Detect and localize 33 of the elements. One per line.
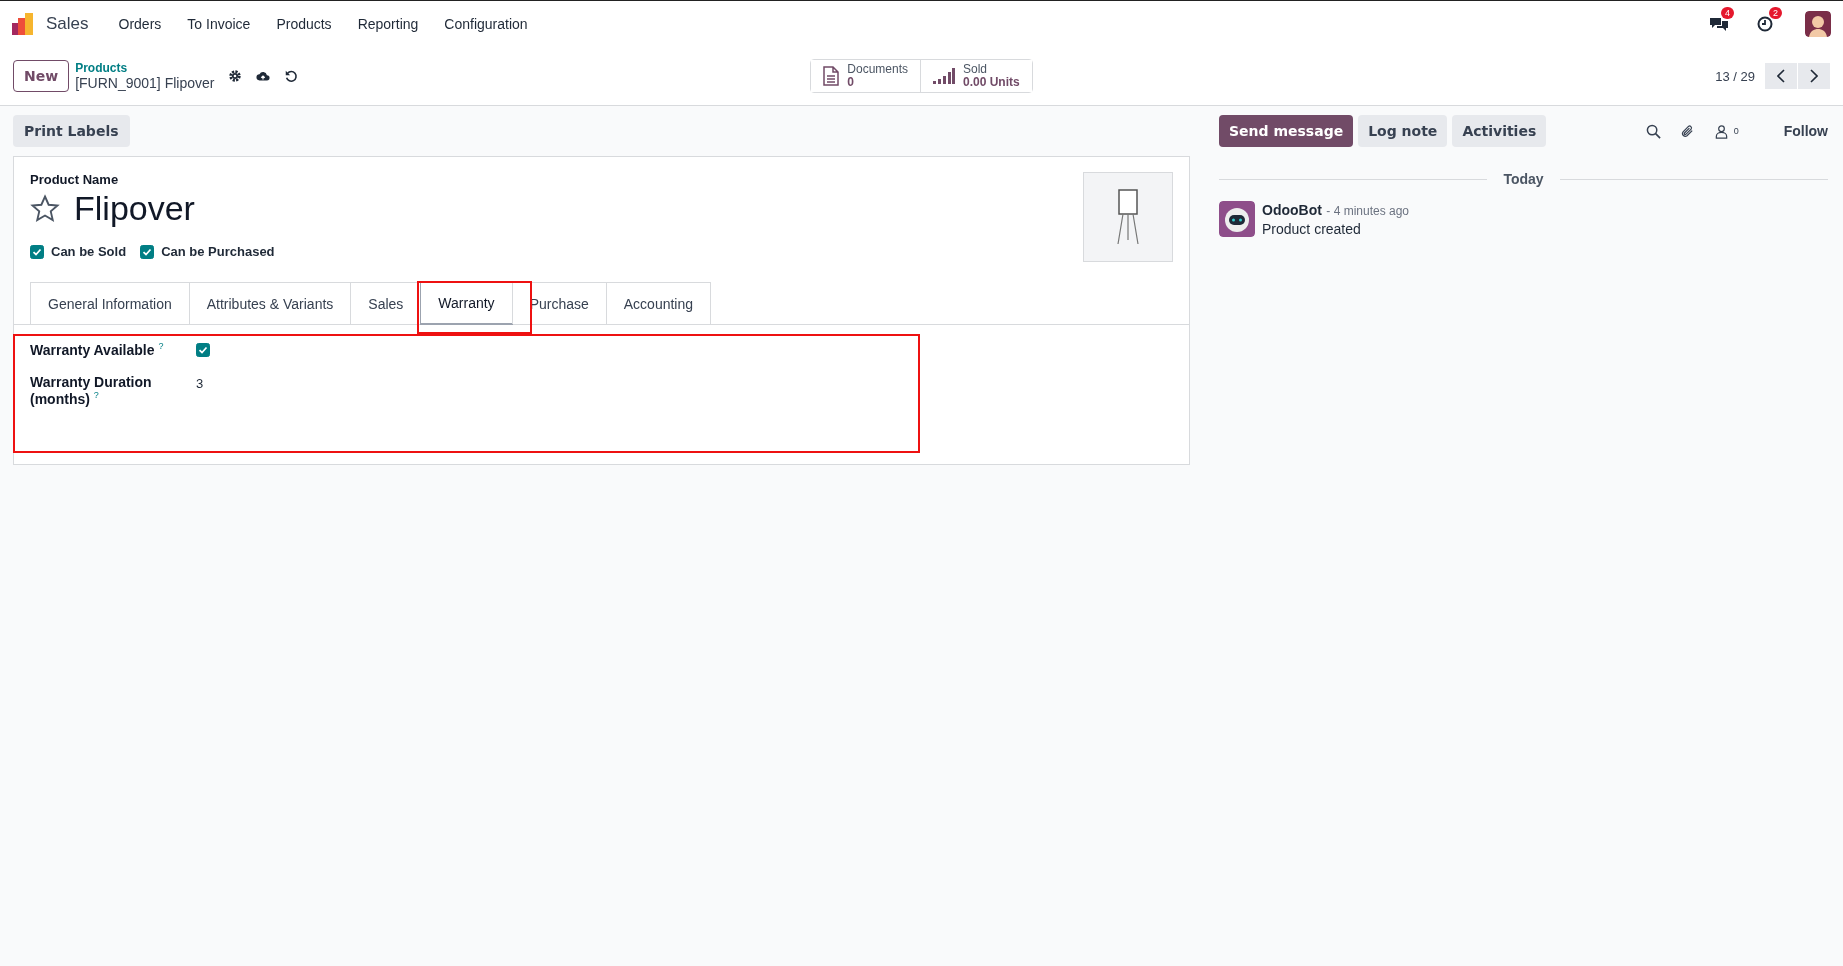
field-label: Product Name <box>30 172 120 187</box>
follower-count: 0 <box>1733 126 1739 136</box>
chatter-button[interactable]: Log note <box>1358 115 1448 147</box>
notification-badge: 2 <box>1769 7 1782 19</box>
chatter-button[interactable]: Activities <box>1452 115 1547 147</box>
pager-value: 13 / 29 <box>1715 68 1755 84</box>
checkbox-label[interactable]: Can be Purchased <box>161 244 275 259</box>
smart-button[interactable]: Documents 0 <box>811 59 921 93</box>
notification-badge: 4 <box>1721 7 1734 19</box>
product-name[interactable]: Flipover <box>74 189 195 228</box>
menu-item[interactable]: Orders <box>108 16 172 32</box>
new-button[interactable]: New <box>13 60 70 92</box>
chatter-button[interactable]: Send message <box>1219 115 1354 147</box>
message-author[interactable]: OdooBot <box>1262 202 1322 218</box>
field-label: Warranty Duration (months) $^{?}$ <box>30 373 153 407</box>
tab[interactable]: Warranty <box>420 282 513 325</box>
menu-item[interactable]: Reporting <box>347 16 429 32</box>
date-separator: Today <box>1503 171 1544 187</box>
breadcrumb-link[interactable]: Products <box>75 61 215 75</box>
record-title: [FURN_9001] Flipover <box>75 75 215 91</box>
tab[interactable]: Accounting <box>605 282 712 324</box>
message-time: - 4 minutes ago <box>1326 204 1410 218</box>
follow-button[interactable]: Follow <box>1783 123 1828 139</box>
checkbox-label[interactable]: Can be Sold <box>51 244 127 259</box>
print-labels-button[interactable]: Print Labels <box>13 115 130 147</box>
menu-item[interactable]: To Invoice <box>177 16 261 32</box>
menu-item[interactable]: Products <box>266 16 342 32</box>
app-name[interactable]: Sales <box>46 14 89 34</box>
menu-item[interactable]: Configuration <box>434 16 538 32</box>
field-value[interactable]: 3 <box>196 373 730 407</box>
field-label: Warranty Available $^{?}$ <box>30 341 165 358</box>
tab[interactable]: General Information <box>30 282 190 324</box>
message-body: Product created <box>1262 221 1362 237</box>
